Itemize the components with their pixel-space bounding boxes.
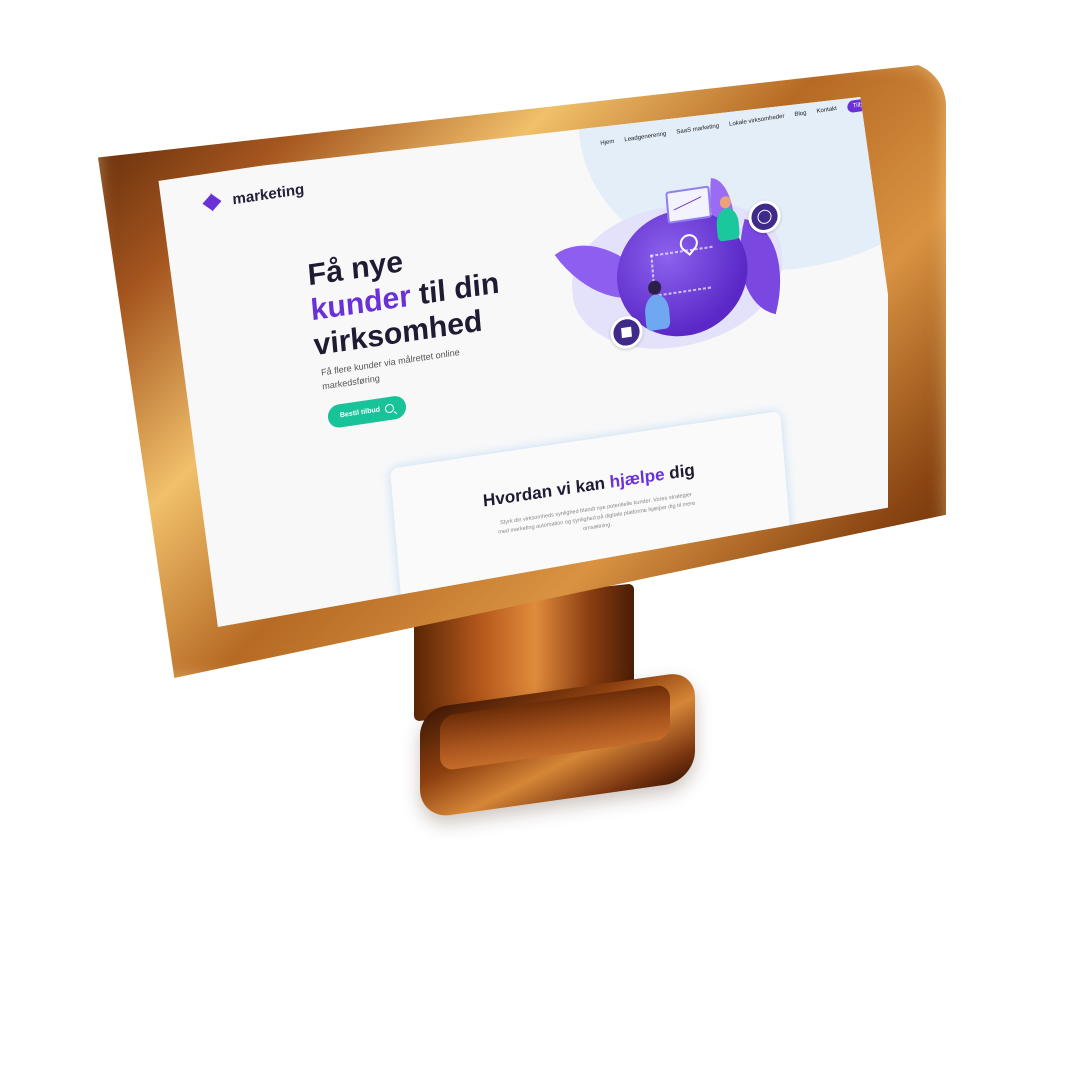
nav-item-hjem[interactable]: Hjem	[600, 139, 615, 147]
hero-title: Få nye kunder til din virksomhed	[306, 223, 555, 364]
order-offer-label: Bestil tilbud	[339, 406, 381, 420]
help-title-suffix: dig	[663, 460, 696, 484]
logo-mark-icon	[201, 191, 232, 213]
order-offer-button[interactable]: Bestil tilbud	[326, 394, 408, 430]
search-icon	[384, 403, 395, 414]
chart-card-icon	[665, 185, 712, 224]
help-title-highlight: hjælpe	[608, 464, 666, 492]
logo[interactable]: marketing	[201, 180, 305, 213]
hero-title-line2: til din	[409, 266, 501, 313]
nav-item-blog[interactable]: Blog	[794, 110, 807, 118]
hero-illustration	[554, 178, 798, 362]
nav-item-kontakt[interactable]: Kontakt	[816, 106, 837, 115]
logo-text: marketing	[231, 180, 305, 208]
